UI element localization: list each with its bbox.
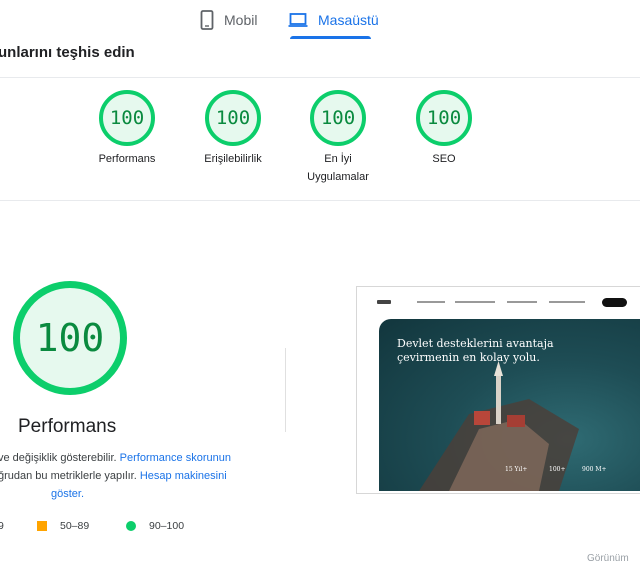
performance-description-line-2: ğrudan bu metriklerle yapılır. Hesap mak… <box>0 470 227 482</box>
corner-text: Görünüm <box>587 553 629 564</box>
page-screenshot: Devlet desteklerini avantaja çevirmenin … <box>356 286 640 494</box>
legend-good-circle-icon <box>126 521 136 531</box>
hero-line-2: çevirmenin en kolay yolu. <box>397 351 540 364</box>
tab-desktop-label: Masaüstü <box>318 12 379 28</box>
screenshot-stat-3: 900 M+ <box>582 466 607 473</box>
screenshot-nav-button <box>602 298 627 307</box>
laptop-icon <box>288 13 308 27</box>
legend-low-label: 9 <box>0 520 4 532</box>
performance-title: Performans <box>18 416 117 437</box>
screenshot-logo <box>377 300 391 304</box>
best-practices-label: En İyi Uygulamalar <box>288 150 388 186</box>
calculator-link[interactable]: Hesap makinesini <box>140 470 227 482</box>
performance-description-line-1: ve değişiklik gösterebilir. Performance … <box>0 452 231 464</box>
legend-average-label: 50–89 <box>60 520 90 532</box>
tab-desktop[interactable]: Masaüstü <box>288 0 379 40</box>
performance-gauge[interactable]: 100 <box>99 90 155 146</box>
tab-mobile-label: Mobil <box>224 12 258 28</box>
performance-label: Performans <box>98 153 156 165</box>
seo-label: SEO <box>432 153 456 165</box>
desc-text-2: ğrudan bu metriklerle yapılır. <box>0 470 140 482</box>
vertical-divider <box>285 348 286 432</box>
screenshot-hero: Devlet desteklerini avantaja çevirmenin … <box>379 319 640 491</box>
performance-description-line-3: göster. <box>51 488 84 500</box>
legend-good-label: 90–100 <box>149 520 185 532</box>
screenshot-nav-item <box>417 301 445 303</box>
screenshot-stat-1: 15 Yıl+ <box>505 466 528 473</box>
screenshot-hero-title: Devlet desteklerini avantaja çevirmenin … <box>397 337 554 365</box>
best-practices-gauge[interactable]: 100 <box>310 90 366 146</box>
phone-icon <box>200 10 214 30</box>
accessibility-label: Erişilebilirlik <box>204 153 262 165</box>
section-heading: unlarını teşhis edin <box>0 44 135 61</box>
screenshot-stat-2: 100+ <box>549 466 566 473</box>
seo-gauge[interactable]: 100 <box>416 90 472 146</box>
legend-average-square-icon <box>37 521 47 531</box>
desc-text-1: ve değişiklik gösterebilir. <box>0 452 120 464</box>
screenshot-navbar <box>357 287 640 319</box>
performance-score-link[interactable]: Performance skorunun <box>120 452 231 464</box>
best-practices-label-text: En İyi Uygulamalar <box>307 153 369 183</box>
screenshot-nav-item <box>549 301 585 303</box>
active-tab-indicator <box>290 36 371 39</box>
performance-score-gauge: 100 <box>13 281 127 395</box>
accessibility-gauge[interactable]: 100 <box>205 90 261 146</box>
hero-line-1: Devlet desteklerini avantaja <box>397 337 554 350</box>
tab-mobile[interactable]: Mobil <box>200 0 257 40</box>
screenshot-nav-item <box>507 301 537 303</box>
screenshot-nav-item <box>455 301 495 303</box>
show-calculator-link[interactable]: göster. <box>51 488 84 500</box>
